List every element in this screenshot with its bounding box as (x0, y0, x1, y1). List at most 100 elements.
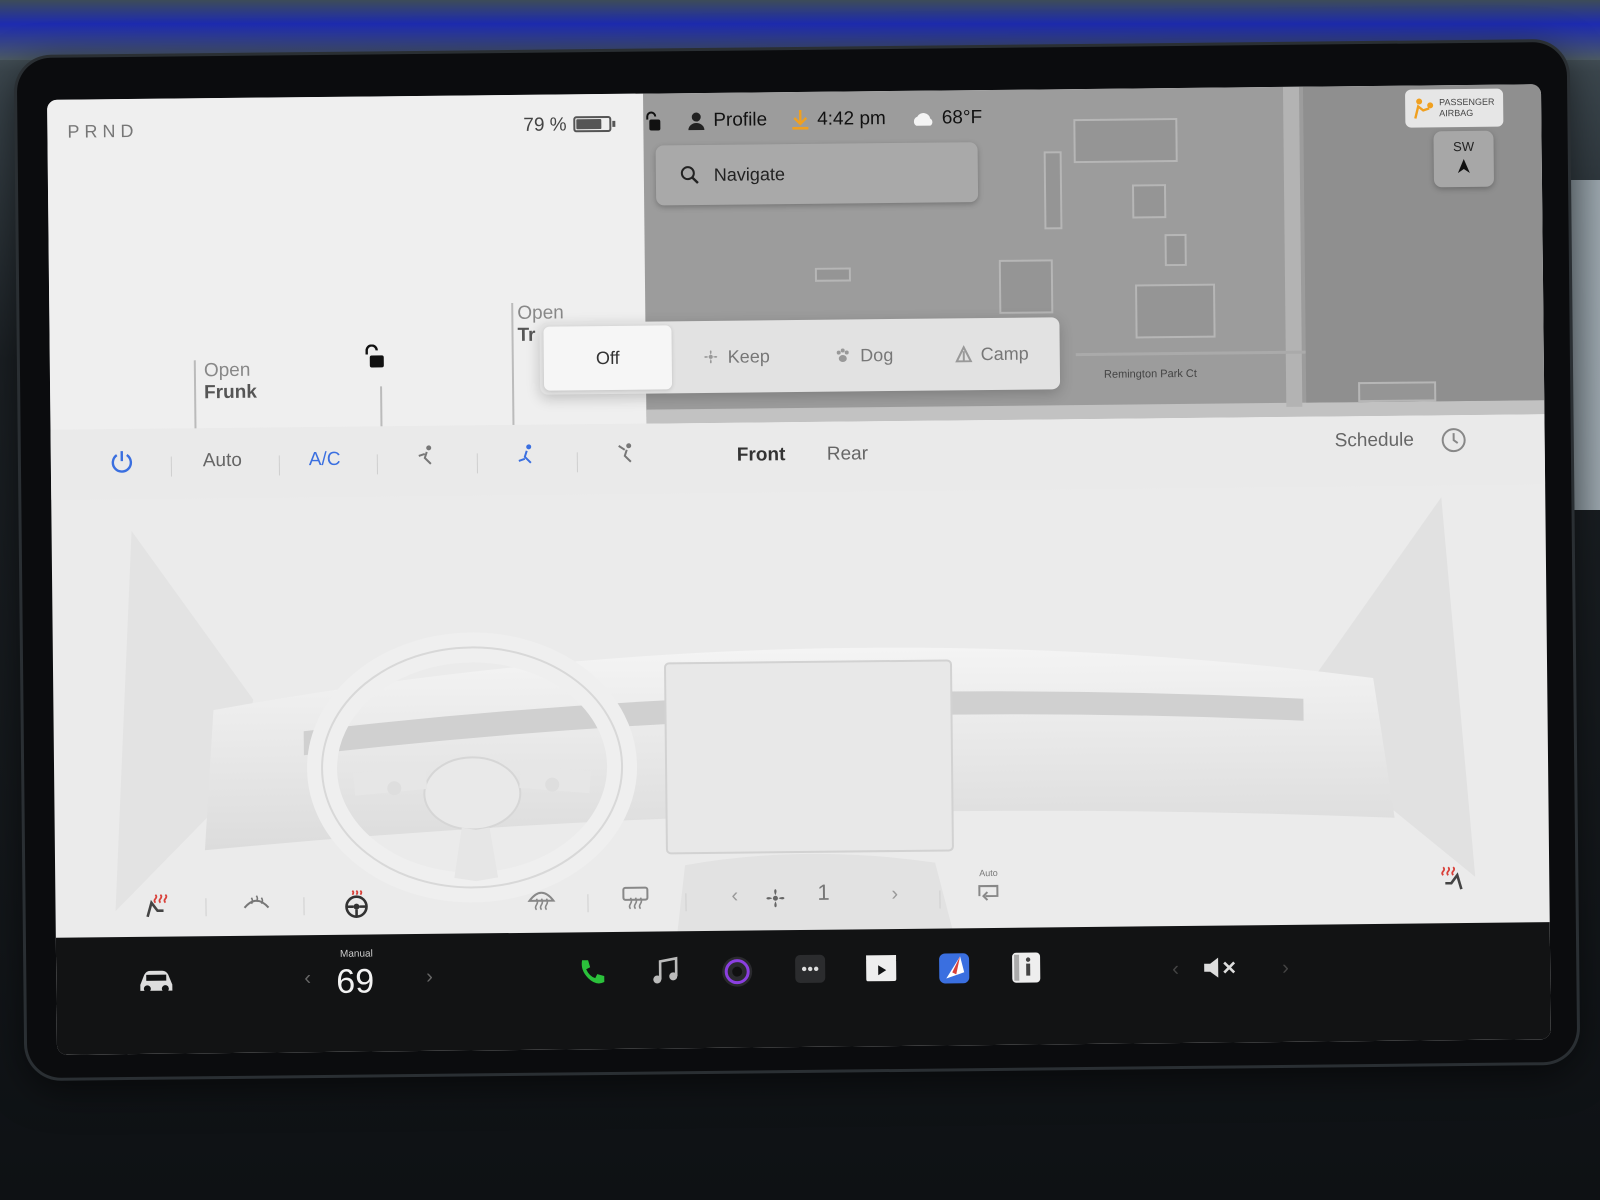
separator (205, 898, 207, 917)
temp-increase-button[interactable]: › (426, 966, 433, 989)
climate-keep-selector: Off Keep Dog Camp (539, 317, 1061, 395)
recirculate-icon (978, 884, 999, 901)
more-apps-button[interactable] (794, 954, 826, 989)
north-arrow-icon (1457, 159, 1470, 174)
map-building (1164, 233, 1187, 267)
airbag-icon (1414, 98, 1434, 119)
gear-indicator: PRND (67, 120, 139, 142)
separator (303, 897, 305, 916)
fan-decrease-button[interactable]: ‹ (731, 885, 738, 908)
time-label: 4:42 pm (817, 108, 886, 130)
clock-icon (1441, 428, 1466, 453)
steering-wheel-heat-button[interactable] (343, 889, 369, 924)
wiper-heat-icon (243, 895, 270, 909)
passenger-airbag-indicator: PASSENGER AIRBAG (1405, 88, 1504, 128)
keep-mode-keep[interactable]: Keep (671, 324, 800, 389)
defrost-rear-icon (622, 886, 649, 910)
volume-mute-icon (1204, 957, 1236, 978)
theater-icon (866, 955, 897, 982)
cabin-temperature[interactable]: 69 (336, 962, 374, 1001)
recirculate-button[interactable] (975, 882, 1001, 909)
separator (587, 894, 589, 913)
battery-icon (573, 115, 616, 133)
open-frunk-button[interactable]: Open Frunk (204, 360, 257, 405)
battery-nub (612, 120, 616, 127)
lock-status[interactable] (643, 110, 663, 132)
trunk-action: Open (517, 302, 564, 324)
vent-defrost-icon (618, 443, 632, 463)
fan-speed-value: 1 (817, 879, 830, 905)
schedule-clock-button[interactable] (1441, 427, 1467, 459)
car-unlock-icon[interactable] (362, 344, 388, 375)
profile-label: Profile (713, 109, 768, 131)
volume-button[interactable] (1202, 955, 1238, 984)
battery-percent: 79 % (523, 114, 567, 136)
map-building (814, 267, 851, 282)
left-seat-heat-button[interactable] (141, 891, 171, 926)
weather-display: 68°F (910, 107, 983, 130)
fan-increase-button[interactable]: › (891, 883, 898, 906)
car-icon (140, 970, 173, 993)
camera-app[interactable] (720, 954, 754, 993)
volume-down-button[interactable]: ‹ (1172, 958, 1179, 981)
frunk-name: Frunk (204, 381, 258, 404)
steering-wheel-heat-icon (345, 889, 368, 918)
profile-button[interactable]: Profile (687, 109, 767, 132)
trunk-pointer (511, 302, 515, 427)
frunk-pointer (193, 360, 197, 431)
temp-decrease-button[interactable]: ‹ (304, 967, 311, 990)
cloud-icon (913, 113, 932, 126)
compass-button[interactable]: SW (1433, 130, 1495, 188)
phone-app[interactable] (576, 956, 608, 993)
volume-up-button[interactable]: › (1282, 957, 1289, 980)
defrost-front-icon (527, 891, 556, 911)
tent-icon (955, 345, 973, 363)
right-seat-heat-button[interactable] (1437, 863, 1467, 898)
map-building (998, 259, 1054, 314)
lock-pointer (380, 386, 383, 427)
phone-icon (581, 960, 605, 984)
recirc-mode-label: Auto (979, 867, 998, 879)
music-icon (653, 956, 678, 984)
unlock-icon (646, 111, 661, 131)
wiper-heater-button[interactable] (241, 890, 271, 919)
seat-heat-right-icon (1441, 866, 1463, 890)
separator (939, 890, 941, 909)
map-building (1358, 381, 1437, 403)
separator (685, 893, 687, 912)
navigation-app[interactable] (938, 952, 970, 989)
keep-mode-dog[interactable]: Dog (799, 323, 928, 388)
car-button[interactable] (136, 967, 176, 1000)
navigation-app-icon (939, 953, 970, 984)
vent-face-icon (418, 445, 432, 465)
auto-button[interactable]: Auto (203, 450, 242, 472)
schedule-button[interactable]: Schedule (1335, 430, 1414, 453)
paw-icon (837, 348, 850, 363)
keep-mode-camp[interactable]: Camp (927, 321, 1056, 386)
frunk-action: Open (203, 359, 251, 382)
touchscreen: PRND 79 % Open Frunk Open Tr Remington P… (47, 84, 1551, 1055)
seat-heat-left-icon (146, 894, 168, 918)
download-icon (792, 109, 809, 130)
outside-temp: 68°F (941, 107, 983, 129)
temp-mode-label: Manual (339, 948, 373, 960)
street-label: Remington Park Ct (1103, 367, 1197, 381)
keep-mode-dog-label: Dog (860, 344, 894, 365)
bottom-dock: ‹ Manual 69 › ‹ › (55, 922, 1551, 1055)
music-app[interactable] (650, 955, 680, 992)
airbag-label-2: AIRBAG (1439, 107, 1474, 119)
airbag-label-1: PASSENGER (1439, 96, 1495, 108)
ac-button[interactable]: A/C (309, 449, 341, 471)
front-defrost-button[interactable] (527, 887, 556, 916)
search-placeholder: Navigate (713, 163, 786, 185)
vent-feet-icon (518, 444, 532, 464)
keep-mode-off[interactable]: Off (543, 325, 673, 391)
battery-fill (576, 119, 602, 130)
navigate-search[interactable]: Navigate (655, 142, 979, 206)
theater-app[interactable] (864, 953, 898, 988)
fan-icon-wrap (763, 886, 787, 915)
fan-small-icon (704, 350, 718, 364)
manual-app[interactable] (1010, 951, 1042, 988)
keep-mode-camp-label: Camp (980, 343, 1029, 364)
rear-defrost-button[interactable] (621, 886, 649, 915)
